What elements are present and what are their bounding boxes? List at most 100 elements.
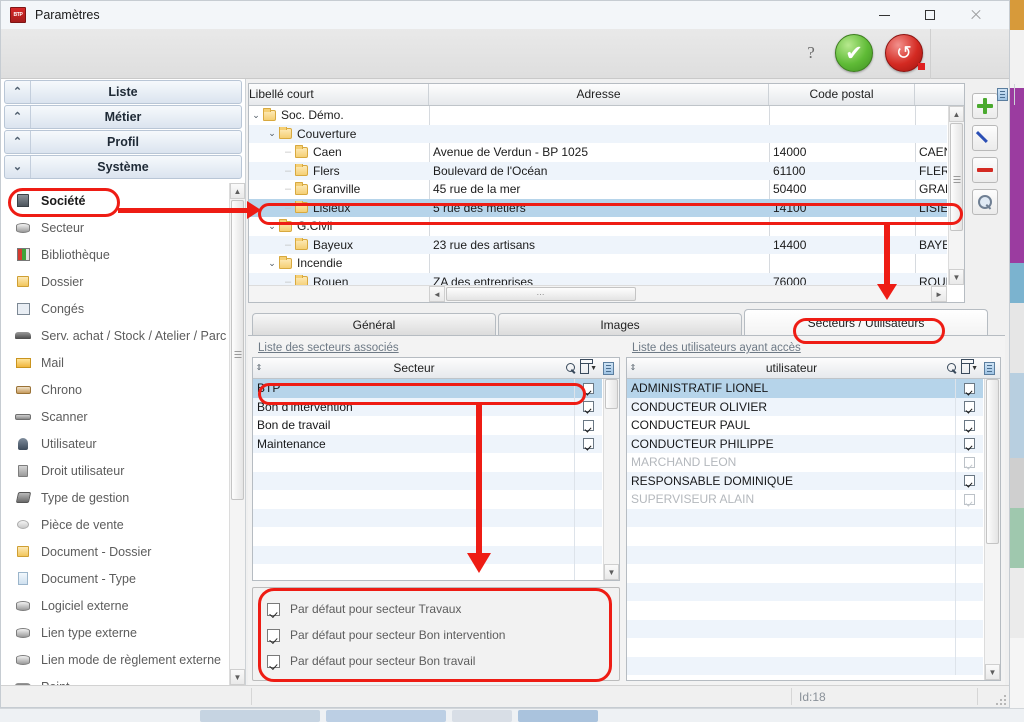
sidebar-item-lien-type-externe[interactable]: Lien type externe [1, 619, 229, 646]
hscroll-left-arrow[interactable]: ◄ [429, 286, 445, 302]
sidebar-item-secteur[interactable]: Secteur [1, 214, 229, 241]
sectors-grid[interactable]: ⇕ Secteur ▼ BTP Bon d'intervention Bon de … [252, 357, 620, 581]
table-row[interactable]: ⌄ Soc. Démo. [249, 106, 947, 125]
table-row[interactable]: – Caen Avenue de Verdun - BP 1025 14000 CAEN [249, 143, 947, 162]
list-item-checkbox[interactable] [574, 379, 602, 398]
table-row[interactable]: ⌄ Couverture [249, 124, 947, 143]
chevron-down-icon[interactable]: ⌄ [265, 258, 279, 269]
taskbar-item[interactable] [518, 710, 598, 722]
sort-indicator-icon[interactable]: ⇕ [253, 364, 265, 372]
maximize-button[interactable] [907, 1, 953, 29]
list-item[interactable]: Bon d'intervention [253, 397, 602, 416]
list-item-checkbox[interactable] [955, 416, 983, 435]
sidebar-item-dossier[interactable]: Dossier [1, 268, 229, 295]
sidebar-item-mail[interactable]: Mail [1, 349, 229, 376]
table-row[interactable]: – Rouen ZA des entreprises 76000 ROUEN [249, 272, 947, 285]
list-item-checkbox[interactable] [955, 379, 983, 398]
help-icon[interactable]: ? [799, 41, 823, 65]
table-row[interactable]: – Bayeux 23 rue des artisans 14400 BAYEUX [249, 235, 947, 254]
list-item[interactable]: CONDUCTEUR OLIVIER [627, 397, 983, 416]
sidebar-item-point[interactable]: Point... [1, 673, 229, 685]
sectors-search-icon[interactable] [563, 362, 580, 374]
list-item[interactable]: BTP [253, 379, 602, 398]
list-item[interactable]: CONDUCTEUR PAUL [627, 416, 983, 435]
scroll-down-arrow[interactable]: ▼ [604, 564, 619, 580]
sidebar-item-scanner[interactable]: Scanner [1, 403, 229, 430]
sort-indicator-icon[interactable]: ⇕ [627, 364, 639, 372]
list-item[interactable]: CONDUCTEUR PHILIPPE [627, 434, 983, 453]
list-item-checkbox[interactable] [955, 471, 983, 490]
sidebar-item-droit-utilisateur[interactable]: Droit utilisateur [1, 457, 229, 484]
sidebar-item-soci-t[interactable]: Société [1, 187, 229, 214]
scroll-down-arrow[interactable]: ▼ [949, 269, 964, 285]
tab-images[interactable]: Images [498, 313, 742, 335]
scroll-up-arrow[interactable]: ▲ [949, 106, 964, 122]
sidebar-item-chrono[interactable]: Chrono [1, 376, 229, 403]
list-item-checkbox[interactable] [955, 490, 983, 509]
delete-record-button[interactable] [972, 157, 998, 183]
default-option-row[interactable]: Par défaut pour secteur Bon travail [267, 648, 619, 674]
sidebar-item-pi-ce-de-vente[interactable]: Pièce de vente [1, 511, 229, 538]
sidebar-item-type-de-gestion[interactable]: Type de gestion [1, 484, 229, 511]
tree-vertical-scrollbar[interactable]: ▲ ▼ [948, 106, 964, 285]
table-row[interactable]: – Flers Boulevard de l'Océan 61100 FLERS [249, 161, 947, 180]
sidebar-group-systeme[interactable]: ⌄ Système [4, 155, 242, 179]
scrollbar-thumb[interactable] [986, 379, 999, 544]
edit-record-button[interactable] [972, 125, 998, 151]
list-item-checkbox[interactable] [574, 434, 602, 453]
list-item-checkbox[interactable] [955, 397, 983, 416]
tab-general[interactable]: Général [252, 313, 496, 335]
hscrollbar-thumb[interactable]: ⋯ [446, 287, 636, 301]
list-item[interactable]: ADMINISTRATIF LIONEL [627, 379, 983, 398]
sidebar-item-document-type[interactable]: Document - Type [1, 565, 229, 592]
sectors-export-icon[interactable] [597, 361, 619, 375]
sectors-filter-icon[interactable]: ▼ [580, 358, 597, 374]
default-option-row[interactable]: Par défaut pour secteur Travaux [267, 596, 619, 622]
list-item[interactable]: Maintenance [253, 434, 602, 453]
users-search-icon[interactable] [944, 362, 961, 374]
sidebar-group-profil[interactable]: ⌃ Profil [4, 130, 242, 154]
checkbox-icon[interactable] [267, 602, 280, 616]
users-column-header[interactable]: utilisateur [639, 361, 944, 375]
grid-export-icon[interactable] [997, 88, 1008, 101]
minimize-button[interactable] [861, 1, 907, 29]
checkbox-icon[interactable] [267, 654, 280, 668]
sidebar-item-lien-mode-de-r-glement-externe[interactable]: Lien mode de règlement externe [1, 646, 229, 673]
sidebar-item-utilisateur[interactable]: Utilisateur [1, 430, 229, 457]
default-option-row[interactable]: Par défaut pour secteur Bon intervention [267, 622, 619, 648]
chevron-down-icon[interactable]: ⌄ [265, 128, 279, 139]
sidebar-item-document-dossier[interactable]: Document - Dossier [1, 538, 229, 565]
sectors-column-header[interactable]: Secteur [265, 361, 563, 375]
sidebar-group-liste[interactable]: ⌃ Liste [4, 80, 242, 104]
checkbox-icon[interactable] [267, 628, 280, 642]
tree-horizontal-scrollbar[interactable]: ◄ ⋯ ► [249, 285, 947, 302]
tree-column-header-adresse[interactable]: Adresse [429, 84, 769, 105]
sectors-scrollbar[interactable]: ▼ [603, 379, 619, 580]
list-item-checkbox[interactable] [574, 416, 602, 435]
list-item[interactable]: SUPERVISEUR ALAIN [627, 490, 983, 509]
close-button[interactable] [953, 1, 999, 29]
add-record-button[interactable] [972, 93, 998, 119]
list-item-checkbox[interactable] [955, 453, 983, 472]
users-filter-icon[interactable]: ▼ [961, 358, 978, 374]
company-tree-grid[interactable]: Libellé court Adresse Code postal ⌄ Soc. … [248, 83, 1015, 303]
users-grid[interactable]: ⇕ utilisateur ▼ ADMINISTRATIF LIONEL COND… [626, 357, 1001, 681]
list-item[interactable]: MARCHAND LEON [627, 453, 983, 472]
chevron-down-icon[interactable]: ⌄ [265, 221, 279, 232]
list-item[interactable]: Bon de travail [253, 416, 602, 435]
sidebar-item-logiciel-externe[interactable]: Logiciel externe [1, 592, 229, 619]
sidebar-scrollbar[interactable]: ▲ ▼ [229, 183, 245, 685]
table-row[interactable]: ⌄ G.Civil [249, 217, 947, 236]
validate-button[interactable]: ✔ [835, 34, 873, 72]
taskbar-item[interactable] [200, 710, 320, 722]
tree-column-header-codepostal[interactable]: Code postal [769, 84, 915, 105]
scrollbar-thumb[interactable] [950, 123, 963, 231]
table-row[interactable]: – Lisieux 5 rue des métiers 14100 LISIEUX [249, 198, 947, 217]
hscroll-right-arrow[interactable]: ► [931, 286, 947, 302]
taskbar-item[interactable] [326, 710, 446, 722]
users-export-icon[interactable] [978, 361, 1000, 375]
resize-grip[interactable] [996, 695, 1006, 705]
search-record-button[interactable] [972, 189, 998, 215]
scroll-up-arrow[interactable]: ▲ [230, 183, 245, 199]
tab-secteurs-utilisateurs[interactable]: Secteurs / Utilisateurs [744, 309, 988, 335]
